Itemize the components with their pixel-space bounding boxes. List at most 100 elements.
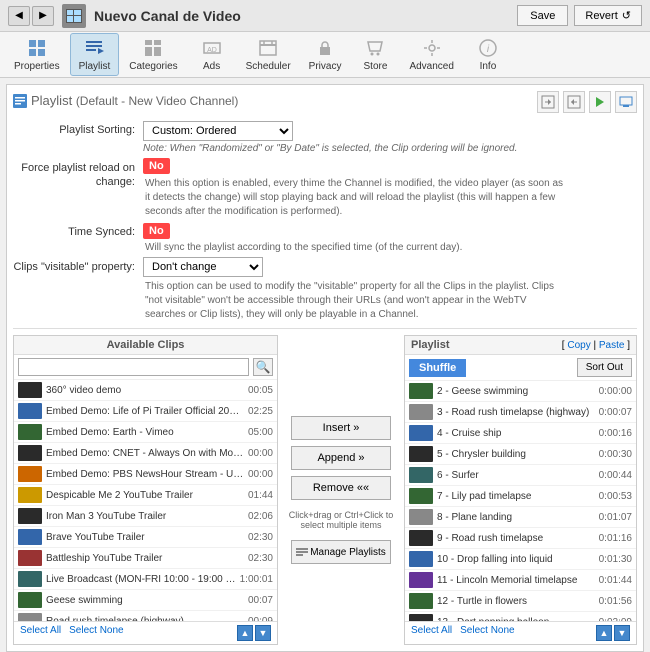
playlist-list-item[interactable]: 11 - Lincoln Memorial timelapse 0:01:44	[405, 570, 636, 591]
clip-list-item[interactable]: Despicable Me 2 YouTube Trailer 01:44	[14, 485, 277, 506]
playlist-item-name: 7 - Lily pad timelapse	[437, 491, 595, 502]
playlist-section-header: Playlist (Default - New Video Channel)	[13, 91, 637, 113]
monitor-icon-btn[interactable]	[615, 91, 637, 113]
playlist-item-name: 3 - Road rush timelapse (highway)	[437, 407, 595, 418]
toolbar-scheduler[interactable]: Scheduler	[238, 34, 299, 75]
scroll-up-btn[interactable]: ▲	[237, 625, 253, 641]
toolbar-privacy[interactable]: Privacy	[301, 34, 350, 75]
privacy-icon	[314, 37, 336, 59]
playlist-select-all[interactable]: Select All	[411, 625, 452, 641]
forward-button[interactable]: ▶	[32, 6, 54, 26]
select-all-link[interactable]: Select All	[20, 625, 61, 641]
toolbar-ads[interactable]: AD Ads	[188, 34, 236, 75]
clip-duration: 02:25	[248, 406, 273, 417]
playlist-list-item[interactable]: 12 - Turtle in flowers 0:01:56	[405, 591, 636, 612]
clip-thumbnail	[18, 382, 42, 398]
toolbar-info[interactable]: i Info	[464, 34, 512, 75]
select-none-link[interactable]: Select None	[69, 625, 123, 641]
play-icon-btn[interactable]	[589, 91, 611, 113]
search-button[interactable]: 🔍	[253, 358, 273, 376]
append-button[interactable]: Append »	[291, 446, 391, 470]
toolbar-categories[interactable]: Categories	[121, 34, 185, 75]
clip-list-item[interactable]: Iron Man 3 YouTube Trailer 02:06	[14, 506, 277, 527]
playlist-list-item[interactable]: 10 - Drop falling into liquid 0:01:30	[405, 549, 636, 570]
playlist-item-duration: 0:00:30	[599, 449, 632, 460]
toolbar-advanced[interactable]: Advanced	[401, 34, 461, 75]
playlist-thumbnail	[409, 530, 433, 546]
playlist-item-duration: 0:00:16	[599, 428, 632, 439]
insert-button[interactable]: Insert »	[291, 416, 391, 440]
playlist-list-item[interactable]: 8 - Plane landing 0:01:07	[405, 507, 636, 528]
time-synced-desc: Will sync the playlist according to the …	[143, 242, 637, 253]
force-reload-desc: When this option is enabled, every thime…	[143, 177, 563, 219]
clip-name: Geese swimming	[46, 595, 244, 606]
clip-list: 360° video demo 00:05 Embed Demo: Life o…	[14, 380, 277, 621]
remove-button[interactable]: Remove ««	[291, 476, 391, 500]
paste-link[interactable]: Paste	[599, 340, 625, 351]
time-synced-label: Time Synced:	[13, 223, 143, 238]
clip-thumbnail	[18, 613, 42, 621]
playlist-item-duration: 0:01:30	[599, 554, 632, 565]
sorting-select[interactable]: Custom: Ordered Randomized By Date	[143, 121, 293, 141]
svg-text:i: i	[487, 44, 490, 55]
playlist-label: Playlist	[79, 61, 111, 72]
copy-link[interactable]: Copy	[567, 340, 590, 351]
available-clips-panel: Available Clips 🔍 360° video demo 00:05 …	[13, 335, 278, 645]
toolbar-properties[interactable]: Properties	[6, 34, 68, 75]
playlist-select-none[interactable]: Select None	[460, 625, 514, 641]
playlist-list-item[interactable]: 2 - Geese swimming 0:00:00	[405, 381, 636, 402]
manage-playlists-button[interactable]: Manage Playlists	[291, 540, 391, 564]
advanced-icon	[421, 37, 443, 59]
title-bar-actions: Save Revert ↺	[517, 5, 642, 26]
clip-name: Battleship YouTube Trailer	[46, 553, 244, 564]
clip-list-item[interactable]: Embed Demo: CNET - Always On with Molly …	[14, 443, 277, 464]
toolbar-store[interactable]: Store	[351, 34, 399, 75]
scroll-down-btn[interactable]: ▼	[255, 625, 271, 641]
footer-arrows: ▲ ▼	[237, 625, 271, 641]
window-title: Nuevo Canal de Video	[94, 8, 241, 24]
header-icon-buttons	[537, 91, 637, 113]
window-icon	[62, 4, 86, 28]
advanced-label: Advanced	[409, 61, 453, 72]
playlist-thumbnail	[409, 488, 433, 504]
playlist-list-item[interactable]: 9 - Road rush timelapse 0:01:16	[405, 528, 636, 549]
clip-list-item[interactable]: Embed Demo: Earth - Vimeo 05:00	[14, 422, 277, 443]
clip-duration: 01:44	[248, 490, 273, 501]
store-label: Store	[364, 61, 388, 72]
import-icon-btn[interactable]	[563, 91, 585, 113]
clip-list-item[interactable]: Live Broadcast (MON-FRI 10:00 - 19:00 GM…	[14, 569, 277, 590]
toolbar-playlist[interactable]: Playlist	[70, 33, 120, 76]
sorting-label: Playlist Sorting:	[13, 121, 143, 136]
sort-out-button[interactable]: Sort Out	[577, 358, 632, 377]
playlist-list-item[interactable]: 6 - Surfer 0:00:44	[405, 465, 636, 486]
revert-button[interactable]: Revert ↺	[574, 5, 642, 26]
playlist-subtitle: (Default - New Video Channel)	[76, 94, 239, 108]
playlist-scroll-down[interactable]: ▼	[614, 625, 630, 641]
search-input[interactable]	[18, 358, 249, 376]
title-bar-left: ◀ ▶ Nuevo Canal de Video	[8, 4, 241, 28]
info-icon: i	[477, 37, 499, 59]
clip-list-item[interactable]: Embed Demo: PBS NewsHour Stream - UStrea…	[14, 464, 277, 485]
scheduler-label: Scheduler	[246, 61, 291, 72]
clip-list-item[interactable]: Brave YouTube Trailer 02:30	[14, 527, 277, 548]
save-button[interactable]: Save	[517, 5, 568, 26]
playlist-item-duration: 0:00:53	[599, 491, 632, 502]
export-icon-btn[interactable]	[537, 91, 559, 113]
playlist-list-item[interactable]: 3 - Road rush timelapse (highway) 0:00:0…	[405, 402, 636, 423]
clip-list-item[interactable]: Battleship YouTube Trailer 02:30	[14, 548, 277, 569]
back-button[interactable]: ◀	[8, 6, 30, 26]
clip-list-item[interactable]: Road rush timelapse (highway) 00:09	[14, 611, 277, 621]
playlist-item-duration: 0:01:07	[599, 512, 632, 523]
playlist-list-item[interactable]: 5 - Chrysler building 0:00:30	[405, 444, 636, 465]
playlist-scroll-up[interactable]: ▲	[596, 625, 612, 641]
clips-visible-select[interactable]: Don't change Visitable Not visitable	[143, 257, 263, 277]
shuffle-button[interactable]: Shuffle	[409, 359, 466, 377]
clip-list-item[interactable]: 360° video demo 00:05	[14, 380, 277, 401]
clip-list-item[interactable]: Embed Demo: Life of Pi Trailer Official …	[14, 401, 277, 422]
playlist-list-item[interactable]: 7 - Lily pad timelapse 0:00:53	[405, 486, 636, 507]
playlist-list-item[interactable]: 13 - Dart popping balloon 0:02:09	[405, 612, 636, 621]
clip-list-item[interactable]: Geese swimming 00:07	[14, 590, 277, 611]
clip-name: Embed Demo: CNET - Always On with Molly …	[46, 448, 244, 459]
playlist-list-item[interactable]: 4 - Cruise ship 0:00:16	[405, 423, 636, 444]
clip-duration: 1:00:01	[240, 574, 273, 585]
